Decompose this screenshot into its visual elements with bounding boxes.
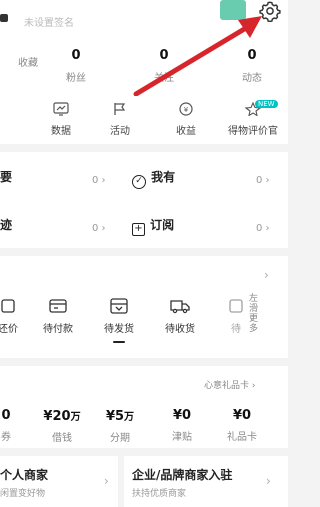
tool-activity[interactable]: 活动: [92, 102, 148, 137]
wallet-icon: [49, 298, 67, 314]
wallet-loan[interactable]: ¥20万 借钱: [32, 408, 92, 444]
check-circle-icon: ✓: [132, 175, 146, 189]
red-arrow-annotation: [133, 16, 262, 97]
order-pending-shipment[interactable]: 待发货: [89, 298, 149, 343]
wallet-card: 心意礼品卡 › 0 券 ¥20万 借钱 ¥5万 分期 ¥0 津贴 ¥0 礼品卡: [0, 366, 288, 448]
wallet-installment[interactable]: ¥5万 分期: [90, 408, 150, 444]
merchant-enterprise[interactable]: 企业/品牌商家入驻 扶持优质商家 ›: [124, 456, 288, 507]
tool-data[interactable]: 数据: [33, 102, 89, 137]
quick-item-subscribe[interactable]: + 订阅: [132, 214, 174, 236]
wallet-gift-card[interactable]: ¥0 礼品卡: [212, 408, 272, 443]
svg-text:¥: ¥: [184, 106, 189, 114]
tool-reviewer[interactable]: NEW 得物评价官: [218, 100, 288, 137]
box-icon: [110, 298, 128, 314]
merchant-personal[interactable]: 个人商家 闲置变好物 ›: [0, 456, 118, 507]
flag-icon: [112, 102, 128, 116]
gift-card-link[interactable]: 心意礼品卡 ›: [204, 378, 255, 391]
quick-count-footprint: 0 ›: [92, 223, 106, 234]
order-pending-receipt[interactable]: 待收货: [150, 298, 210, 335]
coin-icon: ¥: [178, 102, 194, 116]
orders-card: › 还价 待付款 待发货 待收货 待 左滑更多: [0, 256, 288, 358]
quick-item-want[interactable]: 要: [0, 166, 12, 185]
orders-more-chevron[interactable]: ›: [264, 268, 269, 282]
chart-icon: [53, 102, 69, 116]
plus-square-icon: +: [132, 223, 145, 236]
review-icon: [228, 298, 244, 314]
quick-count-want: 0 ›: [92, 175, 106, 186]
tag-icon: [0, 298, 16, 314]
quick-item-have[interactable]: ✓ 我有: [132, 166, 175, 189]
merchant-row: 个人商家 闲置变好物 › 企业/品牌商家入驻 扶持优质商家 ›: [0, 456, 288, 507]
tool-earnings[interactable]: ¥ 收益: [158, 102, 214, 137]
wallet-coupons[interactable]: 0 券: [0, 408, 36, 443]
quick-count-subscribe: 0 ›: [256, 223, 270, 234]
quick-count-have: 0 ›: [256, 175, 270, 186]
tools-row: 数据 活动 ¥ 收益 NEW 得物评价官: [0, 96, 288, 144]
quick-item-footprint[interactable]: 迹: [0, 214, 12, 233]
new-badge: NEW: [255, 100, 278, 108]
quick-links: 要 0 › ✓ 我有 0 › 迹 0 › + 订阅 0 ›: [0, 152, 288, 248]
truck-icon: [170, 298, 190, 314]
swipe-more-hint: 左滑更多: [249, 294, 259, 334]
chevron-right-icon: ›: [266, 474, 271, 488]
active-indicator: [113, 341, 125, 343]
order-pending-payment[interactable]: 待付款: [28, 298, 88, 335]
wallet-allowance[interactable]: ¥0 津贴: [152, 408, 212, 443]
chevron-right-icon: ›: [104, 474, 109, 488]
